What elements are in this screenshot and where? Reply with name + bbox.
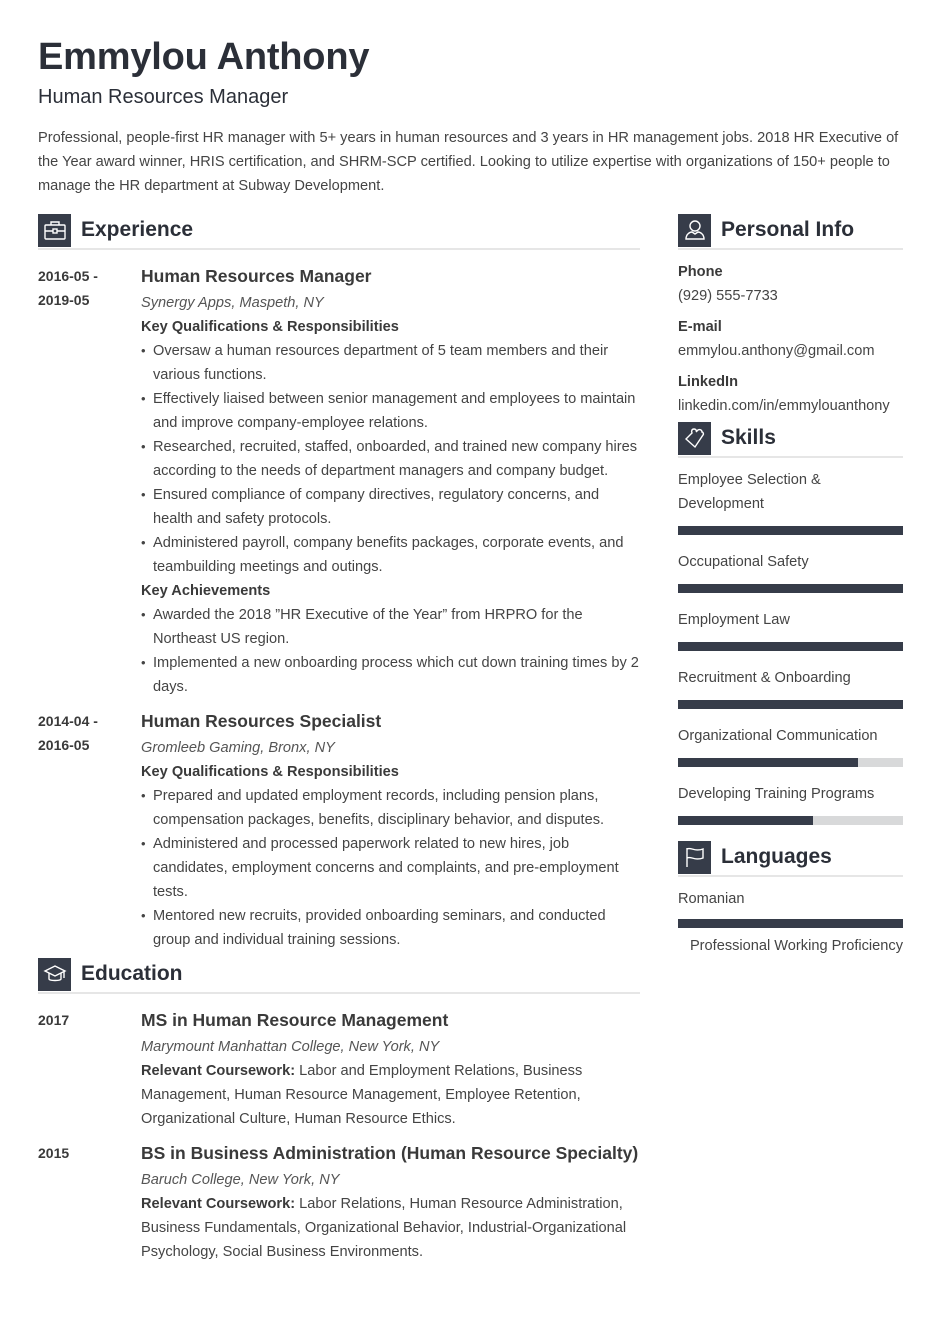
candidate-name: Emmylou Anthony xyxy=(38,36,370,78)
language-proficiency: Professional Working Proficiency xyxy=(689,938,903,954)
entry-date: 2017 xyxy=(38,1012,70,1028)
languages-title: Languages xyxy=(721,845,832,868)
list-item: Ensured compliance of company directives… xyxy=(141,483,640,531)
company: Synergy Apps, Maspeth, NY xyxy=(141,295,324,311)
date-start: 2014-04 - xyxy=(38,713,98,729)
skill-name: Employment Law xyxy=(678,612,790,628)
coursework-label: Relevant Coursework: xyxy=(141,1196,296,1212)
list-item: Effectively liaised between senior manag… xyxy=(141,387,640,435)
skill-level-bar xyxy=(678,700,903,709)
education-section-header: Education xyxy=(38,957,640,994)
skill-level-fill xyxy=(678,642,903,651)
skill-level-fill xyxy=(678,758,858,767)
personal-info-list: Phone (929) 555-7733 E-mail emmylou.anth… xyxy=(678,260,903,418)
experience-entry: 2016-05 - 2019-05 Human Resources Manage… xyxy=(38,264,640,699)
education-title: Education xyxy=(81,962,183,985)
list-item: Awarded the 2018 ”HR Executive of the Ye… xyxy=(141,603,640,651)
puzzle-piece-icon xyxy=(678,421,711,455)
skill-name: Developing Training Programs xyxy=(678,786,875,802)
skill-item: Recruitment & Onboarding xyxy=(678,666,903,709)
coursework: Relevant Coursework: Labor and Employmen… xyxy=(141,1059,640,1131)
language-name: Romanian xyxy=(678,891,745,907)
skill-name: Recruitment & Onboarding xyxy=(678,670,851,686)
job-title: Human Resources Manager xyxy=(141,266,372,286)
skills-list: Employee Selection & Development Occupat… xyxy=(678,468,903,825)
list-item: Prepared and updated employment records,… xyxy=(141,784,640,832)
language-level-fill xyxy=(678,919,903,928)
personal-info-title: Personal Info xyxy=(721,218,855,241)
language-level-bar xyxy=(678,919,903,928)
skill-level-fill xyxy=(678,700,903,709)
list-item: Oversaw a human resources department of … xyxy=(141,339,640,387)
skill-item: Employment Law xyxy=(678,608,903,651)
date-start: 2016-05 - xyxy=(38,268,98,284)
skill-level-bar xyxy=(678,642,903,651)
date-end: 2016-05 xyxy=(38,737,90,753)
list-item: Administered and processed paperwork rel… xyxy=(141,832,640,904)
list-item: Researched, recruited, staffed, onboarde… xyxy=(141,435,640,483)
skill-name: Occupational Safety xyxy=(678,554,809,570)
linkedin-value[interactable]: linkedin.com/in/emmylouanthony xyxy=(678,394,903,418)
skill-item: Employee Selection & Development xyxy=(678,468,903,535)
skill-level-fill xyxy=(678,816,813,825)
email-label: E-mail xyxy=(678,319,722,335)
skill-name: Organizational Communication xyxy=(678,728,878,744)
degree-title: MS in Human Resource Management xyxy=(141,1010,449,1030)
coursework: Relevant Coursework: Labor Relations, Hu… xyxy=(141,1192,640,1264)
skill-level-fill xyxy=(678,526,903,535)
skill-item: Occupational Safety xyxy=(678,550,903,593)
degree-title: BS in Business Administration (Human Res… xyxy=(141,1143,639,1163)
job-title: Human Resources Specialist xyxy=(141,711,382,731)
email-value[interactable]: emmylou.anthony@gmail.com xyxy=(678,339,903,363)
school: Baruch College, New York, NY xyxy=(141,1172,340,1188)
achievements-list: Awarded the 2018 ”HR Executive of the Ye… xyxy=(141,603,640,699)
company: Gromleeb Gaming, Bronx, NY xyxy=(141,740,335,756)
entry-date: 2015 xyxy=(38,1145,70,1161)
candidate-role: Human Resources Manager xyxy=(38,86,289,108)
entry-date: 2016-05 - 2019-05 xyxy=(38,264,141,699)
languages-section-header: Languages xyxy=(678,840,903,877)
experience-section-header: Experience xyxy=(38,213,640,250)
profile-summary: Professional, people-first HR manager wi… xyxy=(38,130,899,194)
education-entry: 2017 MS in Human Resource Management Mar… xyxy=(38,1008,640,1131)
left-column: Experience 2016-05 - 2019-05 Human Resou… xyxy=(38,213,640,1264)
skill-level-bar xyxy=(678,526,903,535)
flag-icon xyxy=(678,840,711,874)
qualifications-heading: Key Qualifications & Responsibilities xyxy=(141,319,399,335)
user-icon xyxy=(678,213,711,247)
list-item: Implemented a new onboarding process whi… xyxy=(141,651,640,699)
list-item: Administered payroll, company benefits p… xyxy=(141,531,640,579)
right-column: Personal Info Phone (929) 555-7733 E-mai… xyxy=(678,213,903,958)
skill-level-bar xyxy=(678,584,903,593)
linkedin-label: LinkedIn xyxy=(678,374,738,390)
skills-section-header: Skills xyxy=(678,421,903,458)
qualifications-heading: Key Qualifications & Responsibilities xyxy=(141,764,399,780)
skill-level-bar xyxy=(678,816,903,825)
phone-label: Phone xyxy=(678,264,723,280)
achievements-heading: Key Achievements xyxy=(141,583,271,599)
personal-info-section-header: Personal Info xyxy=(678,213,903,250)
graduation-cap-icon xyxy=(38,957,71,991)
education-entry: 2015 BS in Business Administration (Huma… xyxy=(38,1141,640,1264)
school: Marymount Manhattan College, New York, N… xyxy=(141,1039,440,1055)
skill-item: Developing Training Programs xyxy=(678,782,903,825)
skill-name: Employee Selection & Development xyxy=(678,472,821,512)
skill-level-bar xyxy=(678,758,903,767)
qualifications-list: Oversaw a human resources department of … xyxy=(141,339,640,579)
coursework-label: Relevant Coursework: xyxy=(141,1063,296,1079)
entry-date: 2014-04 - 2016-05 xyxy=(38,709,141,952)
briefcase-icon xyxy=(38,213,71,247)
date-end: 2019-05 xyxy=(38,292,90,308)
languages-list: Romanian Professional Working Proficienc… xyxy=(678,887,903,958)
list-item: Mentored new recruits, provided onboardi… xyxy=(141,904,640,952)
experience-title: Experience xyxy=(81,218,194,241)
skill-item: Organizational Communication xyxy=(678,724,903,767)
phone-value[interactable]: (929) 555-7733 xyxy=(678,284,903,308)
experience-entry: 2014-04 - 2016-05 Human Resources Specia… xyxy=(38,709,640,952)
skills-title: Skills xyxy=(721,426,776,449)
qualifications-list: Prepared and updated employment records,… xyxy=(141,784,640,952)
skill-level-fill xyxy=(678,584,903,593)
